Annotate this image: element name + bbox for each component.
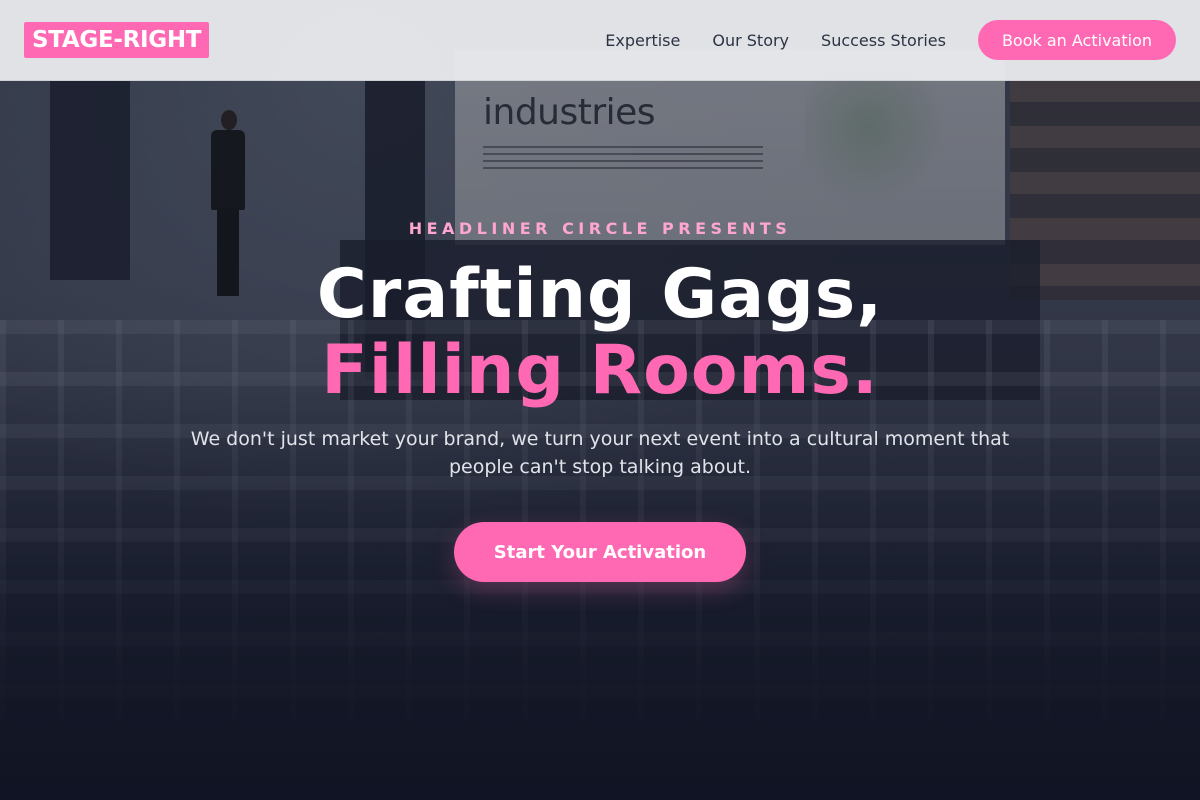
hero-subtitle: We don't just market your brand, we turn…: [190, 428, 1010, 478]
site-header: STAGE-RIGHT Expertise Our Story Success …: [0, 0, 1200, 81]
hero-eyebrow: HEADLINER CIRCLE PRESENTS: [408, 219, 792, 238]
hero-headline-line-1: Crafting Gags,: [316, 255, 884, 334]
landing-page: industries STAGE-RIGHT Expertise Our Sto…: [0, 0, 1200, 800]
nav-link-success-stories[interactable]: Success Stories: [821, 31, 946, 50]
start-activation-button[interactable]: Start Your Activation: [454, 522, 746, 582]
book-activation-button[interactable]: Book an Activation: [977, 20, 1176, 60]
nav-link-our-story[interactable]: Our Story: [712, 31, 789, 50]
hero-headline: Crafting Gags, Filling Rooms.: [0, 257, 1200, 409]
nav-link-expertise[interactable]: Expertise: [605, 31, 680, 50]
hero-section: HEADLINER CIRCLE PRESENTS Crafting Gags,…: [0, 0, 1200, 800]
main-nav: Expertise Our Story Success Stories Book…: [605, 20, 1176, 60]
brand-logo[interactable]: STAGE-RIGHT: [24, 22, 210, 58]
hero-headline-line-2: Filling Rooms.: [321, 331, 879, 410]
